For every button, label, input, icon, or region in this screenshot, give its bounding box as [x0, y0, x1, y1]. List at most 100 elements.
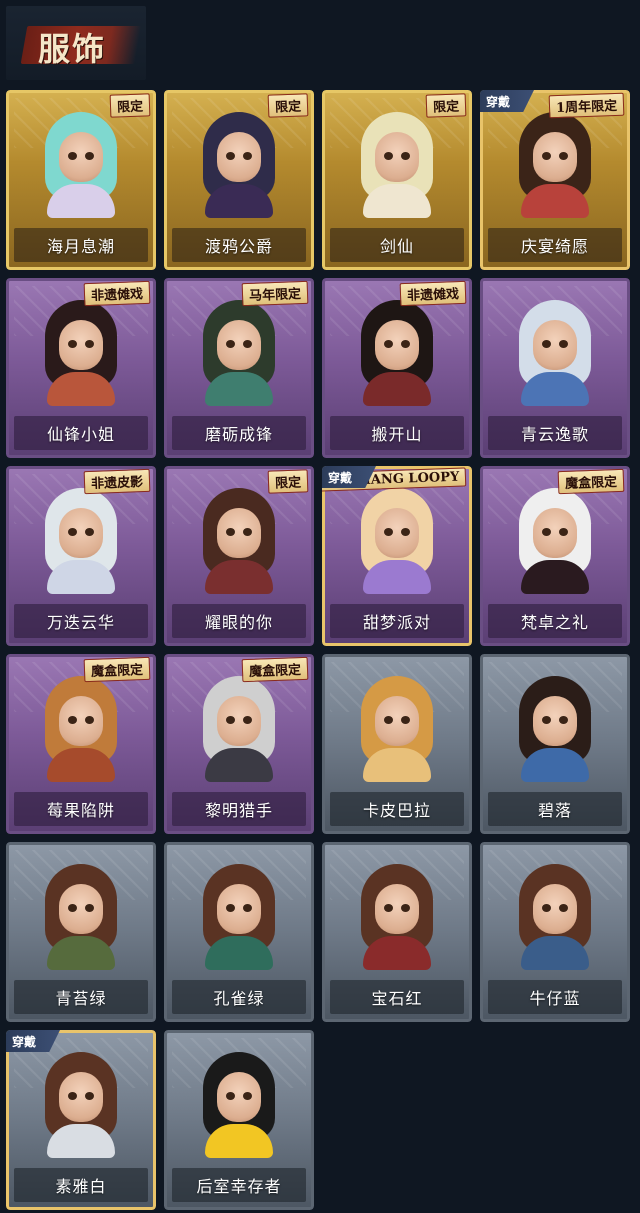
costume-name-bar: 海月息潮 [14, 228, 148, 262]
character-eye [559, 904, 568, 912]
character-face [375, 320, 419, 370]
costume-name: 梵卓之礼 [520, 613, 589, 632]
character-eye [542, 716, 551, 724]
character-eye [559, 528, 568, 536]
costume-name: 莓果陷阱 [46, 801, 115, 820]
costume-name-bar: 剑仙 [330, 228, 464, 262]
costume-card[interactable]: 非遗皮影 万迭云华 [6, 466, 156, 646]
costume-card[interactable]: 1周年限定 穿戴 庆宴绮愿 [480, 90, 630, 270]
character-face [375, 508, 419, 558]
character-portrait [199, 672, 279, 782]
costume-name: 牛仔蓝 [529, 989, 581, 1008]
costume-name: 后室幸存者 [196, 1177, 282, 1196]
costume-name-bar: 磨砺成锋 [172, 416, 306, 450]
character-face [59, 508, 103, 558]
character-portrait [515, 860, 595, 970]
character-face [59, 132, 103, 182]
character-face [217, 1072, 261, 1122]
costume-name: 青苔绿 [55, 989, 107, 1008]
character-face [217, 132, 261, 182]
character-portrait [41, 1048, 121, 1158]
character-eye [85, 1092, 94, 1100]
character-eye [559, 716, 568, 724]
character-portrait [515, 296, 595, 406]
character-eye [85, 340, 94, 348]
character-eye [243, 528, 252, 536]
costume-name-bar: 素雅白 [14, 1168, 148, 1202]
character-eye [226, 1092, 235, 1100]
costume-card[interactable]: 魔盒限定梵卓之礼 [480, 466, 630, 646]
costume-card[interactable]: 宝石红 [322, 842, 472, 1022]
character-portrait [199, 860, 279, 970]
costume-name: 庆宴绮愿 [520, 237, 589, 256]
limited-tag: 非遗傩戏 [83, 280, 151, 307]
character-face [59, 696, 103, 746]
character-eye [68, 152, 77, 160]
character-eye [226, 340, 235, 348]
character-portrait [41, 484, 121, 594]
costume-name: 仙锋小姐 [46, 425, 115, 444]
costume-card[interactable]: 牛仔蓝 [480, 842, 630, 1022]
character-eye [384, 340, 393, 348]
costume-name-bar: 庆宴绮愿 [488, 228, 622, 262]
costume-name-bar: 青云逸歌 [488, 416, 622, 450]
character-eye [384, 904, 393, 912]
costume-card[interactable]: 后室幸存者 [164, 1030, 314, 1210]
character-face [375, 696, 419, 746]
costume-name-bar: 搬开山 [330, 416, 464, 450]
costume-card[interactable]: 魔盒限定黎明猎手 [164, 654, 314, 834]
costume-name: 万迭云华 [46, 613, 115, 632]
character-eye [85, 528, 94, 536]
costume-name: 甜梦派对 [362, 613, 431, 632]
costume-card[interactable]: 限定 海月息潮 [6, 90, 156, 270]
character-portrait [357, 108, 437, 218]
character-eye [542, 340, 551, 348]
costume-card[interactable]: 魔盒限定莓果陷阱 [6, 654, 156, 834]
limited-tag: 限定 [267, 93, 309, 118]
character-face [59, 884, 103, 934]
costume-name: 耀眼的你 [204, 613, 273, 632]
character-eye [559, 340, 568, 348]
costume-name: 渡鸦公爵 [204, 237, 273, 256]
character-eye [243, 904, 252, 912]
costume-grid: 限定 海月息潮 限定 渡鸦公爵 限定 剑仙 1周年限定 穿戴 庆宴绮愿 非遗傩戏 仙锋小姐 马年限定磨… [0, 0, 640, 1213]
costume-name-bar: 耀眼的你 [172, 604, 306, 638]
character-portrait [199, 1048, 279, 1158]
character-eye [384, 528, 393, 536]
character-eye [401, 716, 410, 724]
character-portrait [199, 108, 279, 218]
costume-card[interactable]: 非遗傩戏仙锋小姐 [6, 278, 156, 458]
costume-name-bar: 后室幸存者 [172, 1168, 306, 1202]
character-portrait [357, 296, 437, 406]
character-eye [68, 904, 77, 912]
costume-card[interactable]: 马年限定 磨砺成锋 [164, 278, 314, 458]
character-eye [68, 716, 77, 724]
costume-card[interactable]: 青苔绿 [6, 842, 156, 1022]
character-face [217, 884, 261, 934]
costume-name: 海月息潮 [46, 237, 115, 256]
costume-card[interactable]: 限定渡鸦公爵 [164, 90, 314, 270]
costume-card[interactable]: 限定剑仙 [322, 90, 472, 270]
limited-tag: 限定 [425, 93, 467, 118]
costume-card[interactable]: ZANMANG LOOPY 穿戴 甜梦派对 [322, 466, 472, 646]
limited-tag: 魔盒限定 [83, 656, 151, 683]
character-eye [243, 716, 252, 724]
character-portrait [41, 672, 121, 782]
costume-card[interactable]: 非遗傩戏搬开山 [322, 278, 472, 458]
costume-name-bar: 莓果陷阱 [14, 792, 148, 826]
costume-name: 卡皮巴拉 [362, 801, 431, 820]
character-face [533, 696, 577, 746]
costume-card[interactable]: 孔雀绿 [164, 842, 314, 1022]
limited-tag: 非遗傩戏 [399, 280, 467, 307]
limited-tag: 魔盒限定 [241, 656, 309, 683]
limited-tag: 魔盒限定 [557, 468, 625, 495]
costume-card[interactable]: 穿戴 素雅白 [6, 1030, 156, 1210]
character-portrait [199, 484, 279, 594]
costume-name-bar: 黎明猎手 [172, 792, 306, 826]
costume-card[interactable]: 青云逸歌 [480, 278, 630, 458]
costume-card[interactable]: 碧落 [480, 654, 630, 834]
costume-name-bar: 万迭云华 [14, 604, 148, 638]
costume-card[interactable]: 限定 耀眼的你 [164, 466, 314, 646]
costume-name-bar: 渡鸦公爵 [172, 228, 306, 262]
costume-card[interactable]: 卡皮巴拉 [322, 654, 472, 834]
